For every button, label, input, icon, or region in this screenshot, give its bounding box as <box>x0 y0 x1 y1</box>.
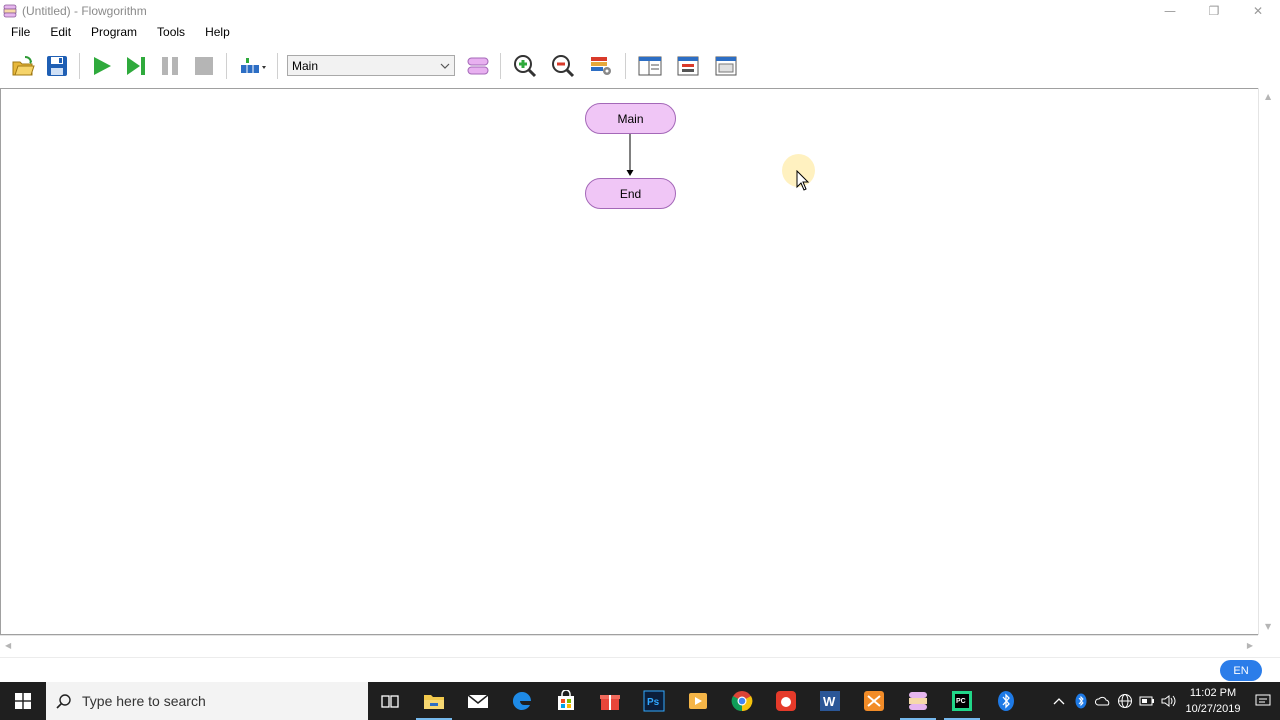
chevron-up-icon[interactable] <box>1048 682 1070 720</box>
flowgorithm-app-icon <box>3 4 17 18</box>
word-icon[interactable]: W <box>808 682 852 720</box>
store-icon[interactable] <box>544 682 588 720</box>
step-icon[interactable] <box>119 49 153 83</box>
toolbar-separator <box>625 52 626 79</box>
scroll-up-icon[interactable]: ▲ <box>1265 92 1271 101</box>
toolbar-separator <box>277 52 278 79</box>
close-button[interactable]: ✕ <box>1236 0 1280 22</box>
scroll-left-icon[interactable]: ◀ <box>5 641 11 650</box>
start-button[interactable] <box>0 682 46 720</box>
battery-icon[interactable] <box>1136 682 1158 720</box>
notification-icon[interactable] <box>1246 694 1280 708</box>
svg-text:Ps: Ps <box>647 697 660 708</box>
search-icon <box>56 694 71 709</box>
windows-icon <box>15 693 31 709</box>
orange-app-icon[interactable] <box>852 682 896 720</box>
start-terminal[interactable]: Main <box>585 103 676 134</box>
svg-text:PC: PC <box>956 698 966 705</box>
zoom-out-icon[interactable] <box>544 49 582 83</box>
onedrive-icon[interactable] <box>1092 682 1114 720</box>
toolbar-separator <box>500 52 501 79</box>
language-badge[interactable]: EN <box>1220 660 1262 681</box>
mouse-cursor-icon <box>796 170 810 191</box>
clock-time: 11:02 PM <box>1189 687 1237 699</box>
end-terminal[interactable]: End <box>585 178 676 209</box>
menu-edit[interactable]: Edit <box>39 22 80 43</box>
variable-watch-icon[interactable] <box>582 49 620 83</box>
chevron-down-icon <box>440 63 450 69</box>
flowchart-canvas[interactable]: Main End <box>0 88 1258 635</box>
menu-bar: File Edit Program Tools Help <box>0 22 1280 43</box>
search-placeholder: Type here to search <box>82 693 206 709</box>
source-code-icon[interactable] <box>631 49 669 83</box>
pause-icon[interactable] <box>153 49 187 83</box>
mail-icon[interactable] <box>456 682 500 720</box>
taskbar-clock[interactable]: 11:02 PM 10/27/2019 <box>1180 685 1246 717</box>
edge-icon[interactable] <box>500 682 544 720</box>
scroll-down-icon[interactable]: ▼ <box>1265 622 1271 631</box>
function-select-value: Main <box>292 58 319 73</box>
run-icon[interactable] <box>85 49 119 83</box>
zoom-in-icon[interactable] <box>506 49 544 83</box>
status-bar <box>0 657 1280 682</box>
minimize-button[interactable]: — <box>1148 0 1192 22</box>
chrome-icon[interactable] <box>720 682 764 720</box>
pycharm-icon[interactable]: PC <box>940 682 984 720</box>
media-player-icon[interactable] <box>676 682 720 720</box>
taskbar-search[interactable]: Type here to search <box>46 682 368 720</box>
menu-tools[interactable]: Tools <box>146 22 194 43</box>
volume-icon[interactable] <box>1158 682 1180 720</box>
gift-icon[interactable] <box>588 682 632 720</box>
stop-icon[interactable] <box>187 49 221 83</box>
menu-file[interactable]: File <box>0 22 39 43</box>
network-icon[interactable] <box>1114 682 1136 720</box>
vertical-scrollbar[interactable]: ▲ ▼ <box>1258 88 1280 635</box>
photoshop-icon[interactable]: Ps <box>632 682 676 720</box>
title-bar: (Untitled) - Flowgorithm — ❐ ✕ <box>0 0 1280 22</box>
svg-text:W: W <box>823 694 836 709</box>
flowgorithm-taskbar-icon[interactable] <box>896 682 940 720</box>
system-tray: 11:02 PM 10/27/2019 <box>1048 682 1280 720</box>
console-icon[interactable] <box>669 49 707 83</box>
file-explorer-icon[interactable] <box>412 682 456 720</box>
open-icon[interactable] <box>6 49 40 83</box>
chart-icon[interactable] <box>707 49 745 83</box>
connector-arrow[interactable] <box>621 134 641 179</box>
bluetooth-app-icon[interactable] <box>984 682 1028 720</box>
horizontal-scrollbar[interactable]: ◀ ▶ <box>0 635 1258 657</box>
manage-functions-icon[interactable] <box>461 49 495 83</box>
function-select[interactable]: Main <box>287 55 455 76</box>
toolbar-separator <box>226 52 227 79</box>
taskbar: Type here to search Ps W PC 11:02 PM 10/… <box>0 682 1280 720</box>
window-title: (Untitled) - Flowgorithm <box>22 4 147 18</box>
red-app-icon[interactable] <box>764 682 808 720</box>
save-icon[interactable] <box>40 49 74 83</box>
clock-date: 10/27/2019 <box>1185 703 1241 715</box>
menu-program[interactable]: Program <box>80 22 146 43</box>
restore-button[interactable]: ❐ <box>1192 0 1236 22</box>
menu-help[interactable]: Help <box>194 22 239 43</box>
bluetooth-icon[interactable] <box>1070 682 1092 720</box>
task-view-icon[interactable] <box>368 682 412 720</box>
toolbar: Main <box>0 43 1280 88</box>
scroll-right-icon[interactable]: ▶ <box>1247 641 1253 650</box>
layout-icon[interactable] <box>232 49 272 83</box>
toolbar-separator <box>79 52 80 79</box>
